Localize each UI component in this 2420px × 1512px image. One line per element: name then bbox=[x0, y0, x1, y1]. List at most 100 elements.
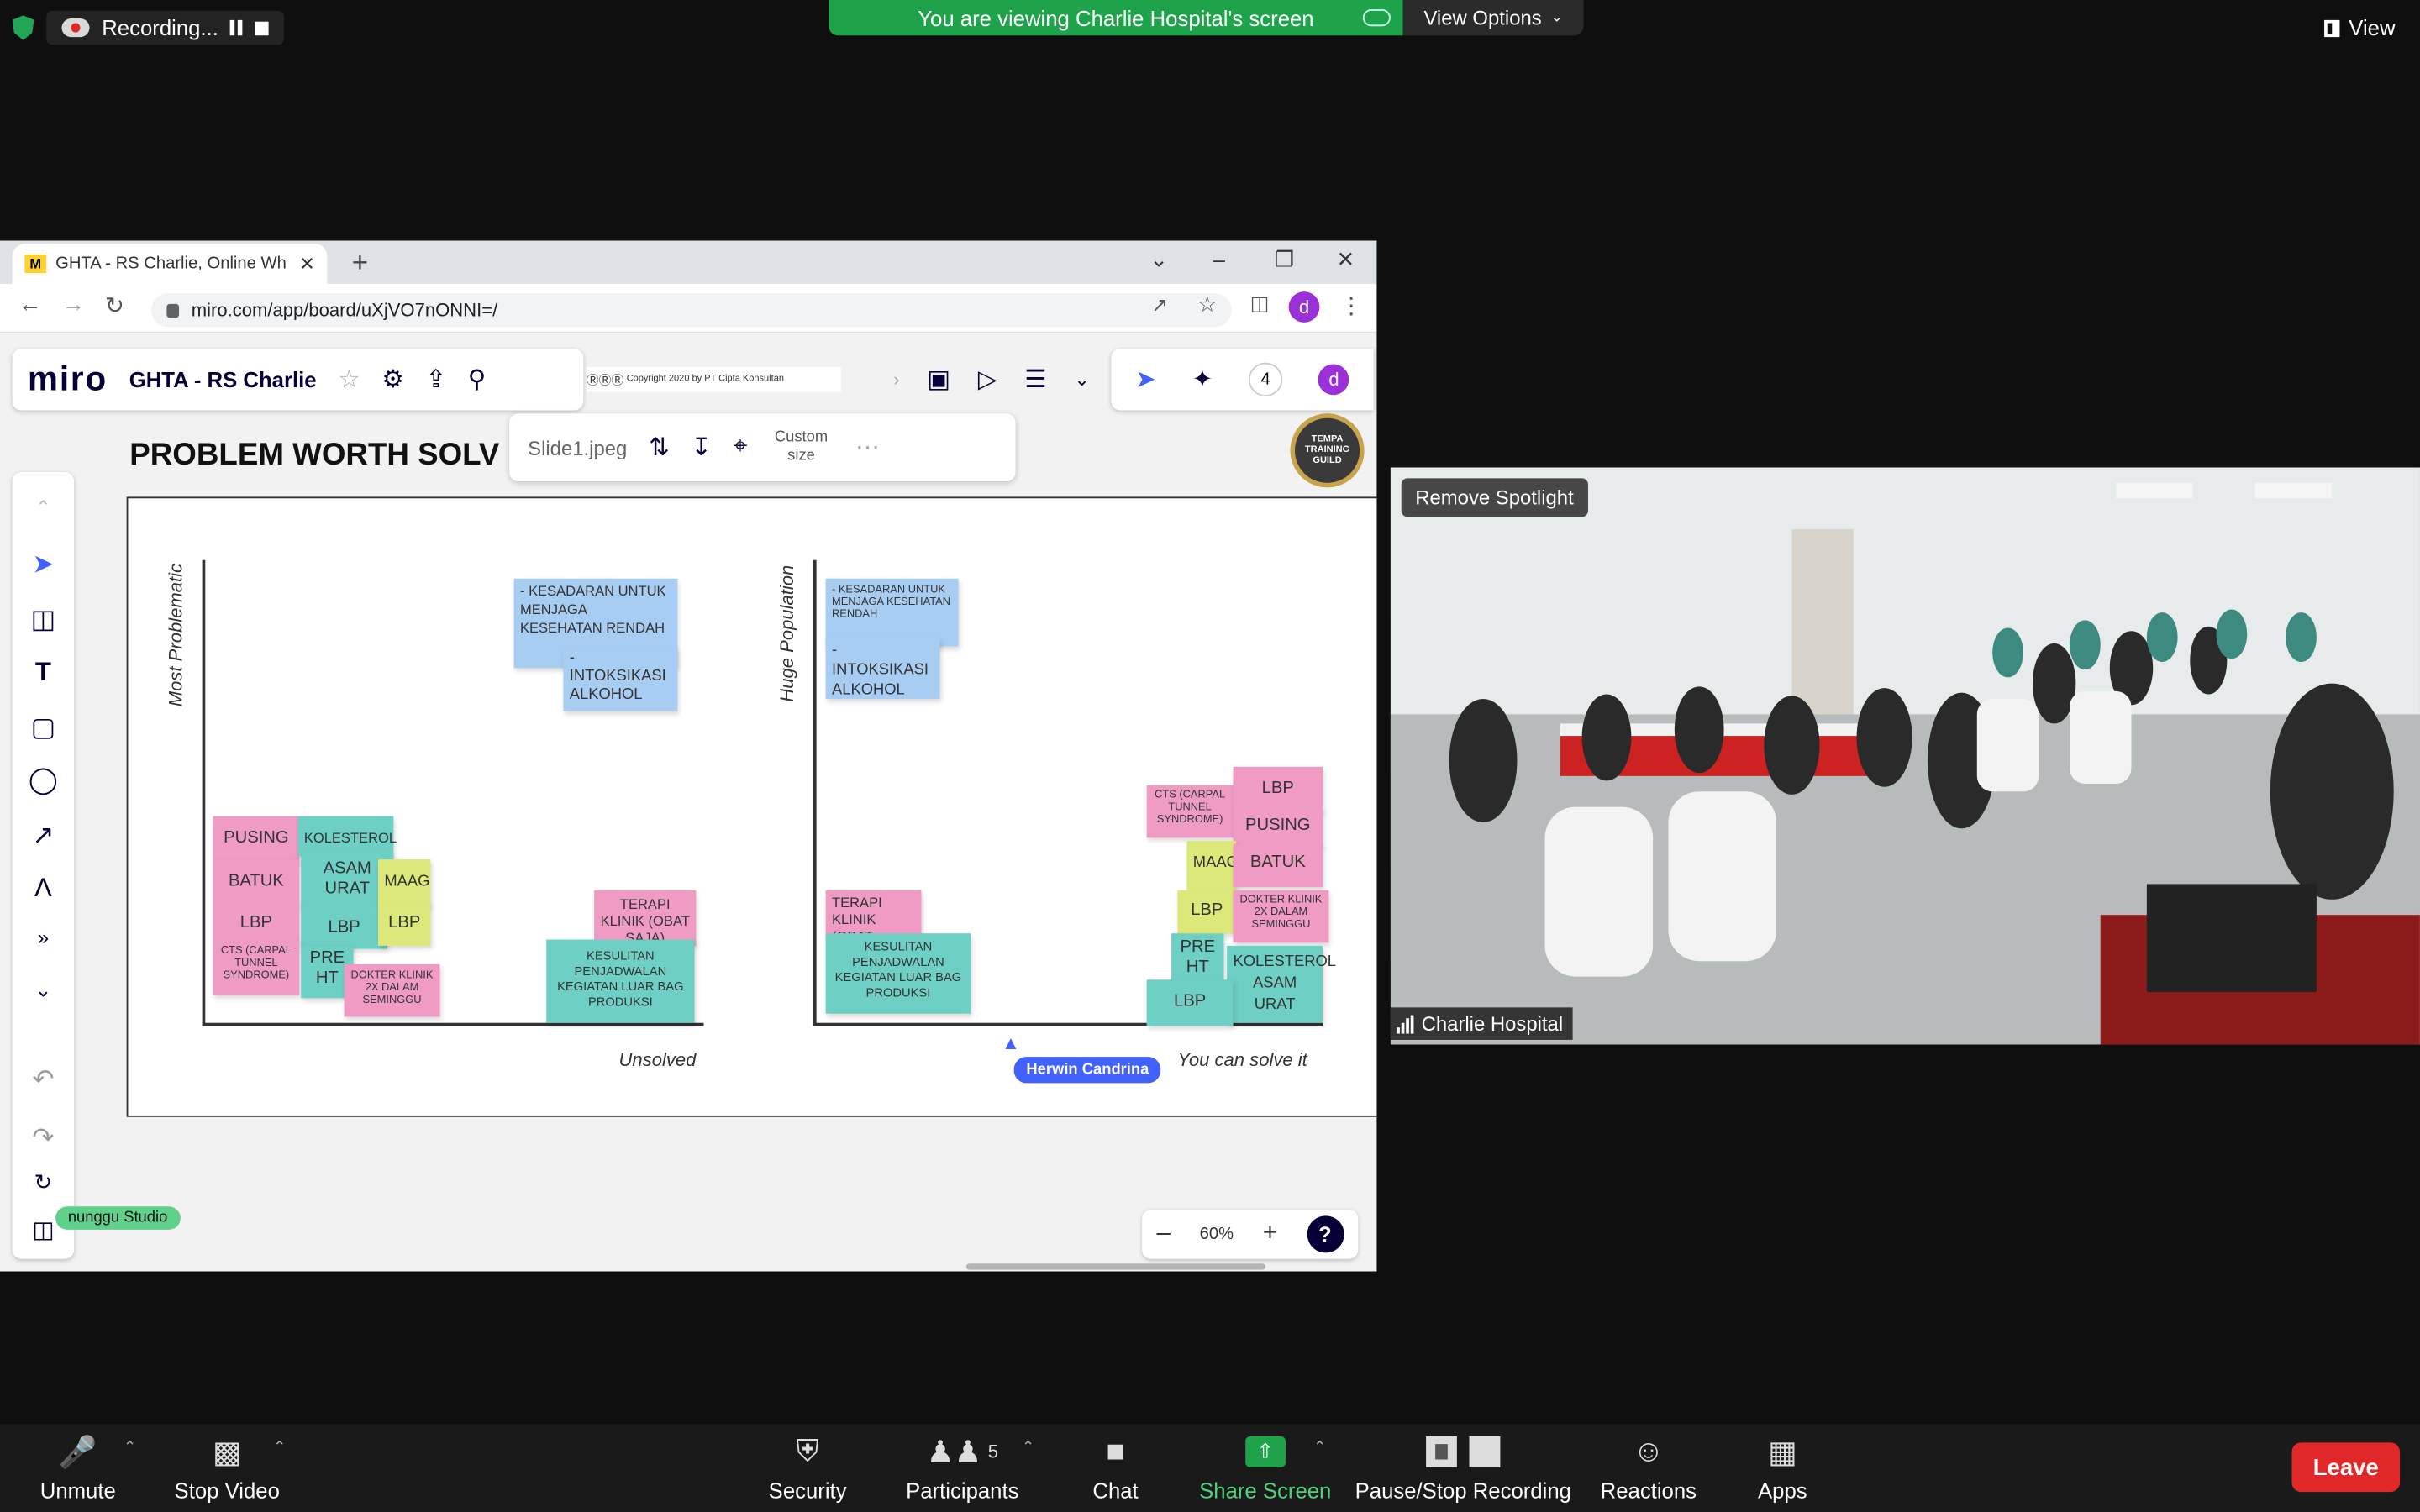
sticky-note-kolesterol[interactable]: KOLESTEROL bbox=[297, 816, 397, 857]
replace-image-icon[interactable]: ⇅ bbox=[649, 432, 670, 463]
celebrate-icon[interactable]: ✦ bbox=[1192, 364, 1213, 395]
sticky-note-cts[interactable]: CTS (CARPAL TUNNEL SYNDROME) bbox=[213, 939, 300, 995]
reactions-button[interactable]: ☺ Reactions bbox=[1601, 1433, 1697, 1503]
participants-button[interactable]: ♟♟ 5 Participants bbox=[906, 1433, 1018, 1503]
sticky-note-cts[interactable]: CTS (CARPAL TUNNEL SYNDROME) bbox=[1146, 785, 1234, 838]
pause-icon[interactable] bbox=[230, 19, 244, 36]
frames-icon[interactable]: ▣ bbox=[927, 364, 950, 395]
shapes-icon[interactable]: ◯ bbox=[13, 765, 74, 796]
pause-stop-recording-button[interactable]: Pause/Stop Recording bbox=[1355, 1433, 1571, 1503]
share-screen-button[interactable]: ⇧ Share Screen bbox=[1199, 1433, 1331, 1503]
expand-down-icon[interactable]: ⌄ bbox=[13, 978, 74, 1002]
sticky-note-lbp[interactable]: LBP bbox=[377, 902, 431, 946]
star-icon[interactable]: ☆ bbox=[338, 364, 360, 395]
tab-search-icon[interactable]: ⌄ bbox=[1150, 247, 1168, 273]
connection-line-icon[interactable]: ↗ bbox=[13, 821, 74, 852]
horizontal-scrollbar[interactable] bbox=[965, 1263, 1266, 1270]
crop-icon[interactable]: ⌖ bbox=[734, 433, 748, 461]
undo-icon[interactable]: ↶ bbox=[13, 1064, 74, 1095]
sticky-note-maag[interactable]: MAAG bbox=[1186, 841, 1239, 890]
chevron-right-icon[interactable]: › bbox=[893, 369, 899, 391]
browser-menu-icon[interactable]: ⋮ bbox=[1339, 291, 1363, 319]
stop-video-button[interactable]: ▩ Stop Video bbox=[175, 1433, 280, 1503]
back-arrow-icon[interactable]: ← bbox=[18, 291, 42, 318]
recording-pill[interactable]: Recording... bbox=[46, 10, 285, 45]
sticky-note-intoksikasi[interactable]: - INTOKSIKASI ALKOHOL bbox=[825, 637, 940, 700]
sticky-note-kesulitan[interactable]: KESULITAN PENJADWALAN KEGIATAN LUAR BAG … bbox=[546, 939, 695, 1023]
redo-icon[interactable]: ↷ bbox=[13, 1123, 74, 1154]
video-options-caret-icon[interactable]: ⌃ bbox=[273, 1440, 286, 1457]
export-upload-icon[interactable]: ⇪ bbox=[425, 364, 446, 395]
sticky-note-lbp[interactable]: LBP bbox=[1146, 979, 1234, 1026]
miro-board-canvas[interactable]: Most Problematic Unsolved Huge Populatio… bbox=[0, 333, 1377, 1272]
custom-size-button[interactable]: Custom size bbox=[769, 429, 834, 466]
chat-button[interactable]: ■ Chat bbox=[1092, 1433, 1138, 1503]
more-chevron-icon[interactable]: ⌄ bbox=[1074, 369, 1089, 391]
sticky-note-maag[interactable]: MAAG bbox=[377, 859, 431, 906]
miro-logo[interactable]: miro bbox=[28, 360, 108, 400]
remove-spotlight-button[interactable]: Remove Spotlight bbox=[1401, 478, 1588, 517]
sticky-note-batuk[interactable]: BATUK bbox=[1233, 843, 1323, 888]
zoom-level[interactable]: 60% bbox=[1200, 1225, 1234, 1243]
zoom-in-icon[interactable]: + bbox=[1263, 1221, 1277, 1248]
sticky-note-kolesterol-asam-urat[interactable]: KOLESTEROL ASAM URAT bbox=[1227, 945, 1336, 1023]
sticky-note-batuk[interactable]: BATUK bbox=[213, 859, 300, 906]
sticky-note-intoksikasi[interactable]: - INTOKSIKASI ALKOHOL bbox=[563, 646, 678, 711]
sticky-note-terapi[interactable]: TERAPI KLINIK (OBAT SAJA) bbox=[594, 890, 697, 946]
search-icon[interactable]: ⚲ bbox=[468, 364, 487, 395]
close-window-icon[interactable]: ✕ bbox=[1337, 247, 1355, 273]
loop-icon[interactable]: ↻ bbox=[13, 1169, 74, 1195]
pen-icon[interactable]: Λ bbox=[13, 874, 74, 905]
close-tab-icon[interactable]: ✕ bbox=[299, 253, 314, 275]
side-panel-icon[interactable]: ◫ bbox=[1250, 291, 1270, 316]
collapse-up-icon[interactable]: ⌃ bbox=[13, 496, 74, 518]
more-options-icon[interactable]: ⋯ bbox=[855, 432, 880, 463]
sticky-note-lbp[interactable]: LBP bbox=[213, 902, 300, 943]
user-avatar[interactable]: d bbox=[1318, 364, 1349, 396]
profile-avatar[interactable]: d bbox=[1288, 291, 1320, 323]
view-button[interactable]: View bbox=[2323, 15, 2396, 40]
text-tool-icon[interactable]: T bbox=[13, 657, 74, 688]
cursor-toggle-icon[interactable]: ➤ bbox=[1135, 364, 1156, 395]
templates-icon[interactable]: ◫ bbox=[13, 605, 74, 636]
notes-icon[interactable]: ☰ bbox=[1024, 364, 1046, 395]
unmute-button[interactable]: 🎤 Unmute bbox=[40, 1433, 116, 1503]
sticky-note-kesulitan[interactable]: KESULITAN PENJADWALAN KEGIATAN LUAR BAG … bbox=[825, 933, 971, 1014]
download-icon[interactable]: ↧ bbox=[691, 432, 712, 463]
stop-icon[interactable] bbox=[255, 20, 270, 35]
reload-icon[interactable]: ↻ bbox=[105, 291, 124, 319]
online-users-count[interactable]: 4 bbox=[1248, 362, 1283, 397]
new-tab-icon[interactable]: + bbox=[352, 247, 368, 280]
presentation-icon[interactable]: ▷ bbox=[978, 364, 997, 395]
zoom-out-icon[interactable]: – bbox=[1157, 1221, 1171, 1248]
sticky-note-terapi[interactable]: TERAPI KLINIK (OBAT SAJA) bbox=[825, 890, 922, 961]
audio-options-caret-icon[interactable]: ⌃ bbox=[124, 1440, 136, 1457]
settings-gear-icon[interactable]: ⚙ bbox=[381, 364, 403, 395]
leave-button[interactable]: Leave bbox=[2291, 1442, 2401, 1493]
sticky-note-lbp[interactable]: LBP bbox=[301, 908, 388, 949]
apps-button[interactable]: ▦ Apps bbox=[1758, 1433, 1807, 1503]
sticky-note-kesadaran[interactable]: - KESADARAN UNTUK MENJAGA KESEHATAN REND… bbox=[825, 578, 959, 647]
sticky-note-icon[interactable]: ▢ bbox=[13, 713, 74, 744]
sticky-note-dokter[interactable]: DOKTER KLINIK 2X DALAM SEMINGGU bbox=[1233, 890, 1329, 943]
more-tools-icon[interactable]: » bbox=[13, 926, 74, 949]
sticky-note-dokter[interactable]: DOKTER KLINIK 2X DALAM SEMINGGU bbox=[344, 963, 440, 1017]
bookmark-star-icon[interactable]: ☆ bbox=[1197, 291, 1217, 318]
url-field[interactable]: miro.com/app/board/uXjVO7nONNI=/ bbox=[150, 292, 1232, 328]
restore-icon[interactable]: ❐ bbox=[1275, 247, 1294, 273]
security-button[interactable]: ⛨ Security bbox=[769, 1433, 847, 1503]
sticky-note-pre-ht[interactable]: PRE HT bbox=[1171, 933, 1224, 986]
help-icon[interactable]: ? bbox=[1306, 1215, 1344, 1253]
participant-video-feed[interactable] bbox=[1390, 467, 2420, 1045]
sticky-note-lbp[interactable]: LBP bbox=[1177, 890, 1237, 934]
participants-caret-icon[interactable]: ⌃ bbox=[1022, 1440, 1034, 1457]
sticky-note-pusing[interactable]: PUSING bbox=[213, 816, 300, 863]
select-arrow-icon[interactable]: ➤ bbox=[13, 549, 74, 580]
forward-arrow-icon[interactable]: → bbox=[61, 291, 85, 318]
share-icon[interactable]: ↗ bbox=[1151, 293, 1168, 318]
browser-tab[interactable]: M GHTA - RS Charlie, Online Whitel ✕ bbox=[12, 244, 328, 284]
share-options-caret-icon[interactable]: ⌃ bbox=[1313, 1440, 1326, 1457]
slide-frame[interactable]: Most Problematic Unsolved Huge Populatio… bbox=[126, 496, 1377, 1117]
board-name[interactable]: GHTA - RS Charlie bbox=[129, 367, 317, 391]
minimize-icon[interactable]: – bbox=[1213, 247, 1225, 271]
